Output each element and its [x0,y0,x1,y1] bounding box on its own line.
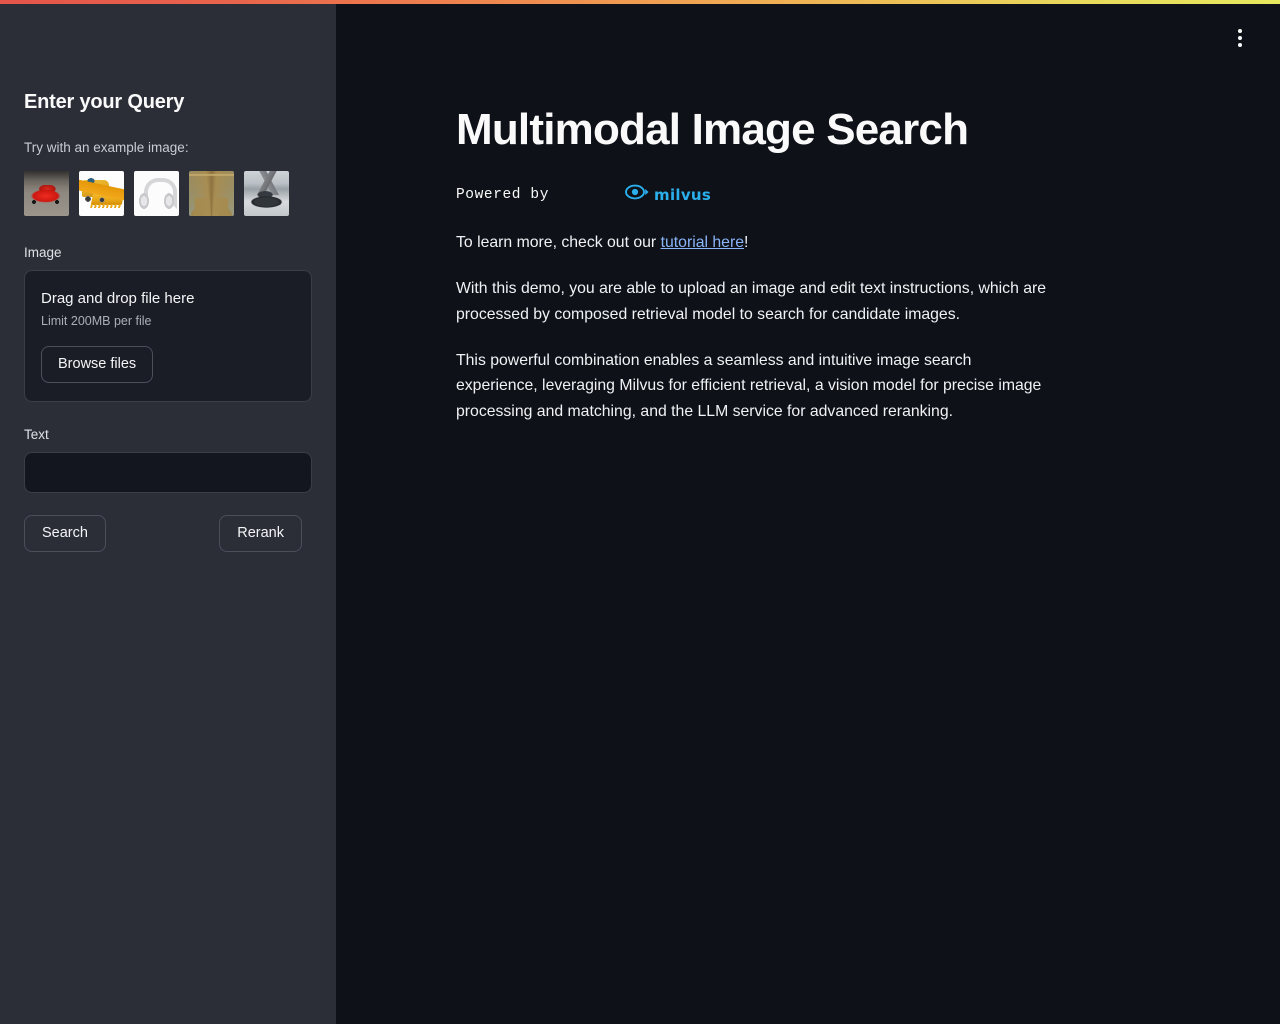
milvus-eye-icon [625,183,649,206]
action-button-row: Search Rerank [24,514,302,553]
tutorial-paragraph: To learn more, check out our tutorial he… [456,230,1056,256]
description-paragraph-2: This powerful combination enables a seam… [456,351,1042,420]
top-gradient-bar [0,0,1280,4]
example-image-row [24,170,312,216]
app-root: Enter your Query Try with an example ima… [0,0,1280,1024]
text-widget-label: Text [24,426,49,442]
example-image-dark-sedan[interactable] [244,170,289,216]
tutorial-link[interactable]: tutorial here [661,234,744,251]
file-uploader-dropzone[interactable]: Drag and drop file here Limit 200MB per … [24,269,312,402]
tutorial-suffix: ! [744,233,749,251]
description-paragraph-1: With this demo, you are able to upload a… [456,280,1047,324]
dropzone-title: Drag and drop file here [41,289,195,307]
example-image-yellow-wheel-loader[interactable] [79,170,124,216]
rerank-button[interactable]: Rerank [219,514,302,553]
example-images-label: Try with an example image: [24,140,189,155]
dropzone-size-limit: Limit 200MB per file [41,314,152,329]
browse-files-button[interactable]: Browse files [41,345,154,383]
main-content: Multimodal Image Search Powered by milvu… [336,0,1280,1024]
text-query-input[interactable] [24,451,312,493]
image-widget-label: Image [24,244,62,260]
page-title: Multimodal Image Search [456,105,969,154]
search-button[interactable]: Search [24,514,106,553]
powered-by-row: Powered by milvus [456,182,1056,208]
example-image-red-sports-car[interactable] [24,170,69,216]
sidebar: Enter your Query Try with an example ima… [0,0,336,1024]
example-image-eiffel-tower[interactable] [189,170,234,216]
milvus-wordmark: milvus [654,185,712,204]
tutorial-prefix: To learn more, check out our [456,233,661,251]
milvus-logo: milvus [625,183,711,206]
example-image-white-headphones[interactable] [134,170,179,216]
powered-by-label: Powered by [456,186,550,203]
sidebar-title: Enter your Query [24,91,185,113]
kebab-menu-icon[interactable] [1226,24,1254,52]
